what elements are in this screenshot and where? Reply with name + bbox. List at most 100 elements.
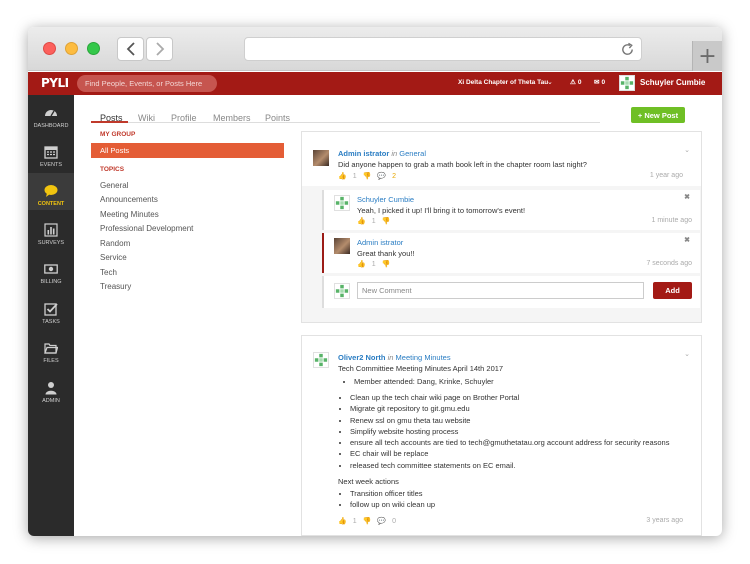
checkbox-icon bbox=[44, 303, 58, 316]
post-time: 1 year ago bbox=[649, 172, 683, 179]
chapter-selector[interactable]: Xi Delta Chapter of Theta Tau bbox=[458, 79, 548, 86]
topic-item-announcements[interactable]: Announcements bbox=[100, 195, 158, 204]
comment-author[interactable]: Schuyler Cumbie bbox=[357, 195, 414, 204]
thumbs-down-icon[interactable]: 👎 bbox=[363, 517, 372, 525]
reload-icon[interactable] bbox=[620, 42, 635, 57]
comment-time: 1 minute ago bbox=[651, 217, 692, 224]
new-post-button[interactable]: + New Post bbox=[631, 107, 685, 123]
sidebar-item-billing[interactable]: BILLING bbox=[28, 251, 74, 288]
close-icon[interactable]: ✖ bbox=[684, 193, 690, 201]
list-item: follow up on wiki clean up bbox=[350, 499, 435, 510]
user-name[interactable]: Schuyler Cumbie bbox=[640, 78, 705, 87]
search-input[interactable]: Find People, Events, or Posts Here bbox=[77, 75, 217, 92]
sidebar-item-surveys[interactable]: SURVEYS bbox=[28, 212, 74, 249]
topic-item-tech[interactable]: Tech bbox=[100, 268, 117, 277]
app-header: PYLI Find People, Events, or Posts Here … bbox=[28, 72, 722, 95]
sidebar-item-label: EVENTS bbox=[39, 162, 62, 168]
thumbs-down-icon[interactable]: 👎 bbox=[382, 260, 391, 268]
list-item: Migrate git repository to git.gmu.edu bbox=[350, 403, 669, 414]
identicon-icon bbox=[620, 76, 634, 90]
comment-text: Yeah, I picked it up! I'll bring it to t… bbox=[357, 206, 526, 215]
close-icon[interactable]: ✖ bbox=[684, 236, 690, 244]
sidebar-item-label: BILLING bbox=[40, 279, 62, 285]
post-actions: 👍 1 👎 💬 0 bbox=[338, 517, 396, 526]
new-comment-row: New Comment Add bbox=[322, 276, 700, 308]
messages-button[interactable]: ✉ 0 bbox=[594, 78, 606, 87]
comment-author[interactable]: Admin istrator bbox=[357, 238, 403, 247]
comment-actions: 👍 1 👎 bbox=[357, 260, 391, 269]
alerts-count: 0 bbox=[577, 78, 582, 86]
messages-count: 0 bbox=[601, 78, 606, 86]
comment-icon[interactable]: 💬 bbox=[377, 517, 386, 525]
topic-item-service[interactable]: Service bbox=[100, 253, 127, 262]
chevron-down-icon[interactable]: ⌄ bbox=[547, 78, 553, 86]
comment-time: 7 seconds ago bbox=[646, 260, 692, 267]
sidebar-item-tasks[interactable]: TASKS bbox=[28, 291, 74, 328]
post-body: Admin istrator in General Did anyone hap… bbox=[302, 132, 701, 186]
tabs-divider bbox=[91, 122, 600, 123]
calendar-icon bbox=[44, 146, 58, 159]
next-actions-list: Transition officer titles follow up on w… bbox=[340, 488, 435, 511]
thumbs-up-icon[interactable]: 👍 bbox=[338, 172, 347, 180]
all-posts-item[interactable]: All Posts bbox=[91, 143, 284, 158]
thumbs-down-icon[interactable]: 👎 bbox=[363, 172, 372, 180]
sidebar-item-label: TASKS bbox=[42, 319, 60, 325]
topic-item-random[interactable]: Random bbox=[100, 239, 130, 248]
folder-icon bbox=[44, 343, 58, 354]
avatar[interactable] bbox=[313, 352, 329, 368]
avatar[interactable] bbox=[334, 195, 350, 211]
sidebar-item-admin[interactable]: ADMIN bbox=[28, 370, 74, 407]
minimize-window-button[interactable] bbox=[65, 42, 78, 55]
list-item: Clean up the tech chair wiki page on Bro… bbox=[350, 392, 669, 403]
identicon-icon bbox=[335, 196, 349, 210]
comment-actions: 👍 1 👎 bbox=[357, 217, 391, 226]
group-heading: MY GROUP bbox=[100, 131, 136, 138]
forward-button[interactable] bbox=[146, 37, 173, 61]
post-time: 3 years ago bbox=[646, 517, 683, 524]
chevron-down-icon[interactable]: ⌄ bbox=[684, 350, 690, 358]
browser-titlebar: + bbox=[28, 27, 722, 71]
browser-window: + PYLI Find People, Events, or Posts Her… bbox=[28, 27, 722, 536]
sidebar-item-label: SURVEYS bbox=[37, 240, 65, 246]
sidebar-item-events[interactable]: EVENTS bbox=[28, 134, 74, 171]
comment-icon[interactable]: 💬 bbox=[377, 172, 386, 180]
thumbs-down-icon[interactable]: 👎 bbox=[382, 217, 391, 225]
zoom-window-button[interactable] bbox=[87, 42, 100, 55]
thumbs-up-icon[interactable]: 👍 bbox=[357, 217, 366, 225]
thumbs-up-icon[interactable]: 👍 bbox=[338, 517, 347, 525]
sidebar-item-label: DASHBOARD bbox=[33, 123, 69, 129]
alerts-button[interactable]: ⚠ 0 bbox=[570, 78, 582, 87]
post-author[interactable]: Oliver2 North in Meeting Minutes bbox=[338, 353, 451, 362]
avatar[interactable] bbox=[313, 150, 329, 166]
sidebar-item-files[interactable]: FILES bbox=[28, 330, 74, 367]
avatar[interactable] bbox=[619, 75, 635, 91]
close-window-button[interactable] bbox=[43, 42, 56, 55]
back-button[interactable] bbox=[117, 37, 144, 61]
topic-item-professional-development[interactable]: Professional Development bbox=[100, 224, 193, 233]
plus-icon: + bbox=[698, 43, 717, 69]
chevron-right-icon bbox=[155, 42, 164, 56]
sidebar-item-label: CONTENT bbox=[37, 201, 65, 207]
comment-input[interactable]: New Comment bbox=[357, 282, 644, 299]
sidebar-item-dashboard[interactable]: DASHBOARD bbox=[28, 95, 74, 132]
comment-item: Schuyler Cumbie Yeah, I picked it up! I'… bbox=[322, 190, 700, 230]
add-comment-button[interactable]: Add bbox=[653, 282, 692, 299]
thumbs-up-icon[interactable]: 👍 bbox=[357, 260, 366, 268]
post-card: Admin istrator in General Did anyone hap… bbox=[301, 131, 702, 323]
post-actions: 👍 1 👎 💬 2 bbox=[338, 172, 396, 181]
chevron-down-icon[interactable]: ⌄ bbox=[684, 146, 690, 154]
sidebar-item-content[interactable]: CONTENT bbox=[28, 173, 74, 210]
action-items-list: Clean up the tech chair wiki page on Bro… bbox=[340, 392, 669, 471]
chat-bubble-icon bbox=[44, 185, 58, 197]
post-author[interactable]: Admin istrator in General bbox=[338, 149, 426, 158]
topic-item-meeting-minutes[interactable]: Meeting Minutes bbox=[100, 210, 159, 219]
topic-item-general[interactable]: General bbox=[100, 181, 128, 190]
topic-item-treasury[interactable]: Treasury bbox=[100, 282, 131, 291]
identicon-icon bbox=[314, 353, 328, 367]
app-logo[interactable]: PYLI bbox=[41, 76, 69, 90]
address-bar[interactable] bbox=[244, 37, 642, 61]
like-count: 1 bbox=[371, 260, 376, 268]
avatar[interactable] bbox=[334, 238, 350, 254]
sidebar-item-label: FILES bbox=[43, 358, 59, 364]
new-tab-button[interactable]: + bbox=[692, 41, 722, 71]
